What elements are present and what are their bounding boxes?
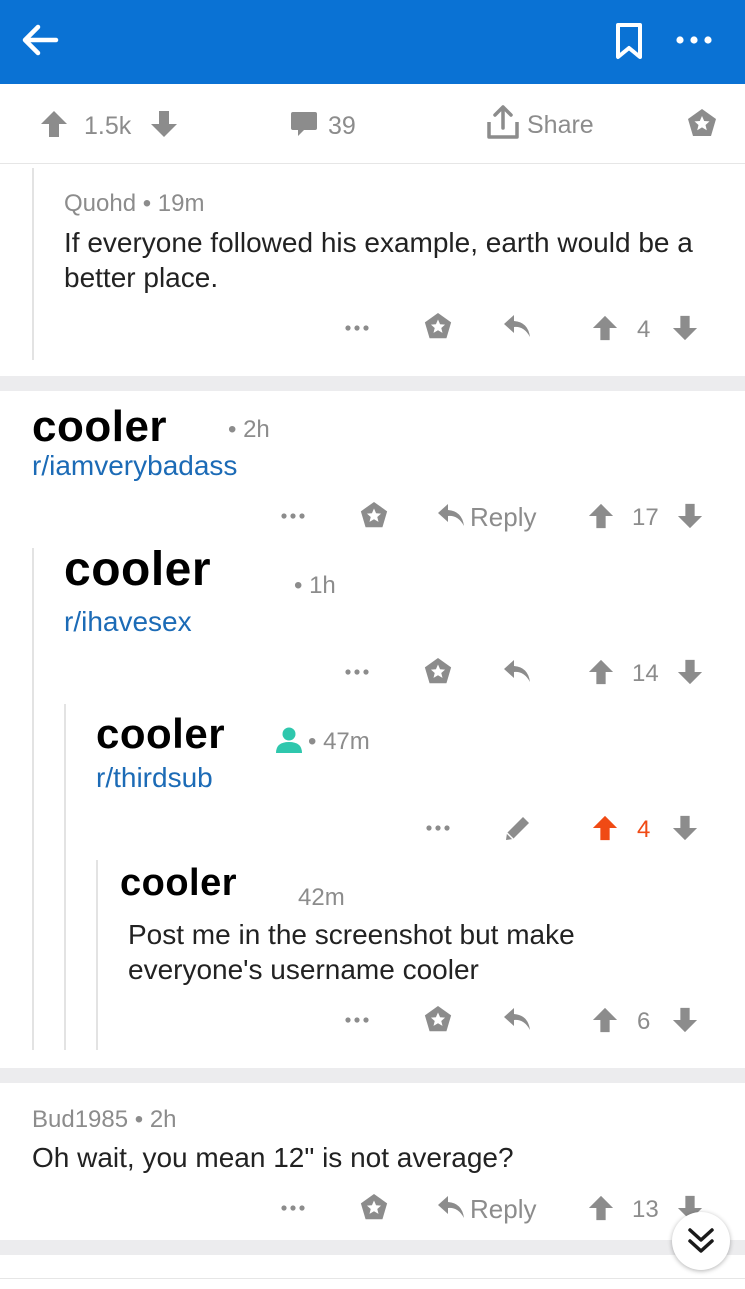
reply-icon[interactable] bbox=[436, 502, 466, 530]
comment-time: • 1h bbox=[294, 572, 336, 599]
post-action-bar: 1.5k 39 Share bbox=[0, 84, 745, 164]
comment-author[interactable]: cooler bbox=[120, 862, 237, 905]
post-downvote-icon[interactable] bbox=[150, 110, 178, 138]
overflow-menu-icon[interactable] bbox=[674, 28, 714, 52]
comment-separator bbox=[0, 1240, 745, 1255]
award-icon[interactable] bbox=[423, 657, 453, 687]
upvote-active-icon[interactable] bbox=[592, 814, 618, 842]
share-icon[interactable] bbox=[486, 104, 520, 140]
post-award-icon[interactable] bbox=[686, 108, 718, 140]
reply-button[interactable]: Reply bbox=[470, 502, 536, 533]
double-chevron-down-icon bbox=[686, 1226, 716, 1256]
more-options-icon[interactable] bbox=[425, 816, 451, 840]
thread-line bbox=[32, 168, 34, 360]
post-vote-count: 1.5k bbox=[84, 112, 132, 140]
more-options-icon[interactable] bbox=[344, 660, 370, 684]
downvote-icon[interactable] bbox=[677, 502, 703, 530]
subreddit-link[interactable]: r/ihavesex bbox=[64, 606, 192, 638]
reply-icon[interactable] bbox=[502, 1006, 532, 1034]
award-icon[interactable] bbox=[423, 1005, 453, 1035]
app-bar bbox=[0, 0, 745, 84]
comment-author[interactable]: cooler bbox=[96, 710, 225, 758]
more-options-icon[interactable] bbox=[344, 1008, 370, 1032]
upvote-icon[interactable] bbox=[588, 502, 614, 530]
upvote-icon[interactable] bbox=[588, 658, 614, 686]
downvote-icon[interactable] bbox=[672, 814, 698, 842]
comment-author[interactable]: cooler bbox=[32, 402, 167, 452]
downvote-icon[interactable] bbox=[672, 1006, 698, 1034]
downvote-icon[interactable] bbox=[672, 314, 698, 342]
award-icon[interactable] bbox=[423, 312, 453, 342]
comment-meta: Quohd • 19m bbox=[64, 190, 205, 218]
share-button[interactable]: Share bbox=[527, 111, 594, 140]
subreddit-link[interactable]: r/iamverybadass bbox=[32, 450, 237, 482]
comment-time: • 2h bbox=[134, 1106, 177, 1133]
thread-line bbox=[96, 860, 98, 1050]
comment-separator bbox=[0, 376, 745, 391]
subreddit-link[interactable]: r/thirdsub bbox=[96, 762, 213, 794]
award-icon[interactable] bbox=[359, 501, 389, 531]
comment-body: Oh wait, you mean 12" is not average? bbox=[32, 1142, 514, 1173]
comment-time: • 2h bbox=[228, 416, 270, 443]
award-icon[interactable] bbox=[359, 1193, 389, 1223]
comment-score: 4 bbox=[637, 816, 651, 843]
comment-score: 13 bbox=[632, 1196, 659, 1223]
comment-separator bbox=[0, 1068, 745, 1083]
post-comment-count: 39 bbox=[328, 112, 356, 140]
reply-icon[interactable] bbox=[502, 658, 532, 686]
upvote-icon[interactable] bbox=[592, 314, 618, 342]
comment-meta: Bud1985 • 2h bbox=[32, 1106, 177, 1134]
comment-score: 14 bbox=[632, 660, 659, 687]
downvote-icon[interactable] bbox=[677, 658, 703, 686]
comment-time: 42m bbox=[298, 884, 345, 911]
bookmark-icon[interactable] bbox=[612, 22, 646, 60]
comments-icon[interactable] bbox=[290, 110, 318, 138]
upvote-icon[interactable] bbox=[592, 1006, 618, 1034]
more-options-icon[interactable] bbox=[280, 1196, 306, 1220]
jump-next-comment-button[interactable] bbox=[672, 1212, 730, 1270]
upvote-icon[interactable] bbox=[588, 1194, 614, 1222]
comment-author[interactable]: Bud1985 bbox=[32, 1106, 128, 1133]
comment-score: 6 bbox=[637, 1008, 651, 1035]
edit-pencil-icon[interactable] bbox=[503, 813, 533, 843]
divider bbox=[0, 1278, 745, 1279]
comment-author[interactable]: cooler bbox=[64, 542, 211, 597]
thread-line bbox=[32, 548, 34, 1050]
post-upvote-icon[interactable] bbox=[40, 110, 68, 138]
reply-icon[interactable] bbox=[502, 313, 532, 341]
more-options-icon[interactable] bbox=[280, 504, 306, 528]
back-arrow-icon[interactable] bbox=[18, 18, 62, 62]
comment-author[interactable]: Quohd bbox=[64, 190, 136, 217]
reply-icon[interactable] bbox=[436, 1194, 466, 1222]
comment-body: If everyone followed his example, earth … bbox=[64, 227, 693, 293]
thread-line bbox=[64, 704, 66, 1050]
comment-score: 4 bbox=[637, 316, 651, 343]
more-options-icon[interactable] bbox=[344, 316, 370, 340]
moderator-icon bbox=[274, 726, 304, 754]
comment-score: 17 bbox=[632, 504, 659, 531]
comment-time: • 47m bbox=[308, 728, 370, 755]
comment-time: • 19m bbox=[142, 190, 205, 217]
comment-body: Post me in the screenshot but make every… bbox=[128, 919, 575, 985]
reply-button[interactable]: Reply bbox=[470, 1194, 536, 1225]
